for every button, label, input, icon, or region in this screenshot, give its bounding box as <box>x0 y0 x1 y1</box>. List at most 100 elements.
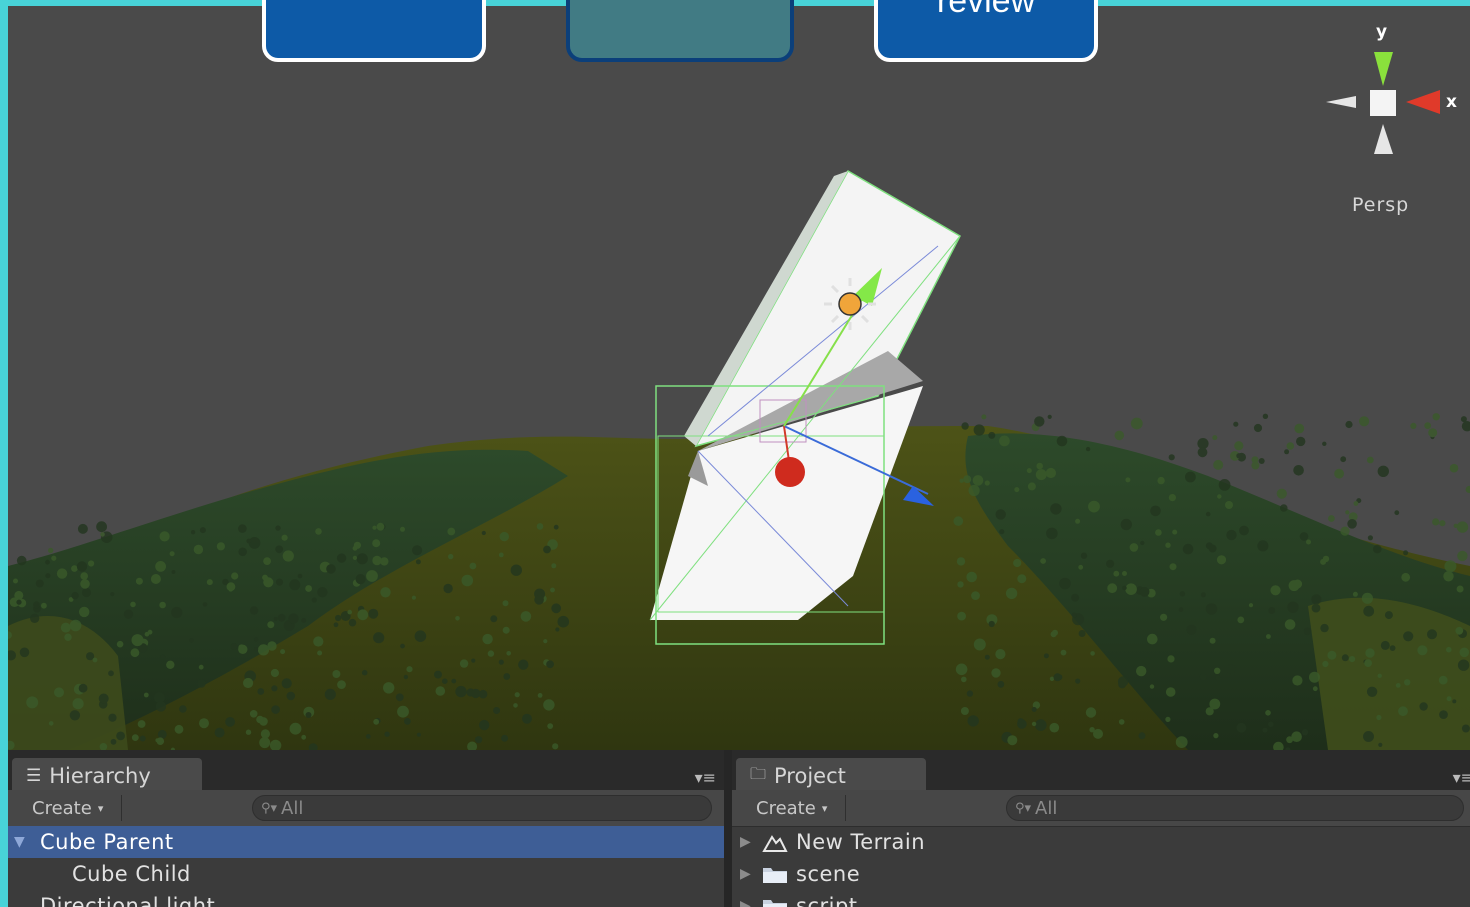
tree <box>1294 423 1305 434</box>
expand-arrow-icon[interactable]: ▶ <box>740 834 751 850</box>
tree <box>1149 684 1155 689</box>
project-item-script[interactable]: ▶ script <box>732 890 1470 907</box>
slide-nav-button-review[interactable]: review <box>874 0 1098 62</box>
hierarchy-search-input[interactable]: ⚲▾ All <box>252 795 712 821</box>
project-search-input[interactable]: ⚲▾ All <box>1006 795 1464 821</box>
orientation-gizmo[interactable] <box>1326 52 1440 154</box>
tree <box>434 670 442 679</box>
project-tab[interactable]: 🗀 Project <box>736 758 926 794</box>
hierarchy-item-cube-child[interactable]: Cube Child <box>8 858 724 890</box>
scene-view[interactable]: y x Persp <box>8 6 1470 750</box>
tree <box>1322 441 1327 446</box>
tree <box>1175 736 1188 748</box>
tree <box>1284 619 1296 630</box>
projection-label[interactable]: Persp <box>1352 194 1409 216</box>
project-create-button[interactable]: Create ▾ <box>742 795 846 821</box>
panel-divider[interactable] <box>724 750 732 907</box>
project-item-scene[interactable]: ▶ scene <box>732 858 1470 890</box>
tree <box>1138 732 1146 740</box>
tree <box>231 572 239 580</box>
slide-nav-button-2[interactable] <box>566 0 794 62</box>
hierarchy-create-button[interactable]: Create ▾ <box>18 795 122 821</box>
tree <box>1036 462 1043 470</box>
tree <box>1050 503 1062 515</box>
expand-arrow-icon[interactable]: ▼ <box>14 834 25 850</box>
gizmo-y-label: y <box>1376 22 1388 42</box>
tree <box>1398 706 1408 717</box>
tree <box>372 555 382 566</box>
project-item-new-terrain[interactable]: ▶ New Terrain <box>732 826 1470 858</box>
tree <box>967 715 979 727</box>
tree <box>155 561 167 572</box>
tree <box>189 638 194 643</box>
tree <box>1169 563 1177 571</box>
tree <box>1322 555 1330 563</box>
tree <box>1439 710 1448 719</box>
tree <box>297 573 303 579</box>
project-item-label: New Terrain <box>796 830 926 854</box>
tree <box>972 475 984 486</box>
tree <box>400 643 405 649</box>
tree <box>518 659 529 670</box>
tree <box>1218 479 1231 491</box>
tree <box>1035 719 1047 731</box>
scene-canvas[interactable] <box>8 6 1470 750</box>
tree <box>1031 721 1037 727</box>
tree <box>1182 543 1194 555</box>
tree <box>1377 673 1382 678</box>
tree <box>1352 591 1358 597</box>
expand-arrow-icon[interactable]: ▶ <box>740 898 751 907</box>
hierarchy-tab[interactable]: ☰ Hierarchy <box>12 758 202 794</box>
tree <box>336 553 347 563</box>
tree <box>416 732 421 737</box>
tree <box>275 525 281 531</box>
hierarchy-item-directional-light[interactable]: Directional light <box>8 890 724 907</box>
tree <box>995 649 1006 660</box>
gizmo-x-label: x <box>1446 92 1457 112</box>
tree <box>1367 535 1373 541</box>
tree <box>498 552 504 558</box>
tree <box>1465 485 1470 494</box>
tree <box>257 688 265 695</box>
tree <box>256 715 264 724</box>
tree <box>1165 687 1176 697</box>
tree <box>412 545 423 556</box>
tree <box>289 579 301 591</box>
tree <box>33 601 40 609</box>
tree <box>41 602 47 609</box>
expand-arrow-icon[interactable]: ▶ <box>740 866 751 882</box>
tree <box>275 578 284 586</box>
tree <box>225 717 236 727</box>
tree <box>226 582 236 592</box>
tree <box>1236 453 1242 459</box>
project-tab-label: Project <box>774 764 846 788</box>
tree <box>1394 510 1400 516</box>
tree <box>1373 544 1382 554</box>
tree <box>1376 714 1382 721</box>
tree <box>551 563 557 569</box>
tree <box>137 720 146 728</box>
tree <box>301 617 307 623</box>
tree <box>502 626 510 634</box>
tree <box>1139 586 1150 597</box>
tree <box>537 693 543 698</box>
tree <box>1353 501 1359 506</box>
tree <box>448 553 454 560</box>
project-panel-menu-icon[interactable]: ▾≡ <box>1453 768 1470 787</box>
hierarchy-item-cube-parent[interactable]: ▼ Cube Parent <box>8 826 724 858</box>
tree <box>92 657 98 663</box>
tree <box>216 542 225 551</box>
tree <box>1129 543 1139 552</box>
tree <box>1075 518 1081 524</box>
tree <box>372 539 381 548</box>
hierarchy-panel-menu-icon[interactable]: ▾≡ <box>695 768 716 787</box>
tree <box>64 633 72 641</box>
tree <box>1118 719 1125 725</box>
tree <box>479 719 490 731</box>
tree <box>1276 488 1287 499</box>
slide-nav-button-1[interactable] <box>262 0 486 62</box>
tree <box>110 738 117 745</box>
tree <box>546 660 554 669</box>
tree <box>1364 659 1372 667</box>
tree <box>1366 456 1374 464</box>
